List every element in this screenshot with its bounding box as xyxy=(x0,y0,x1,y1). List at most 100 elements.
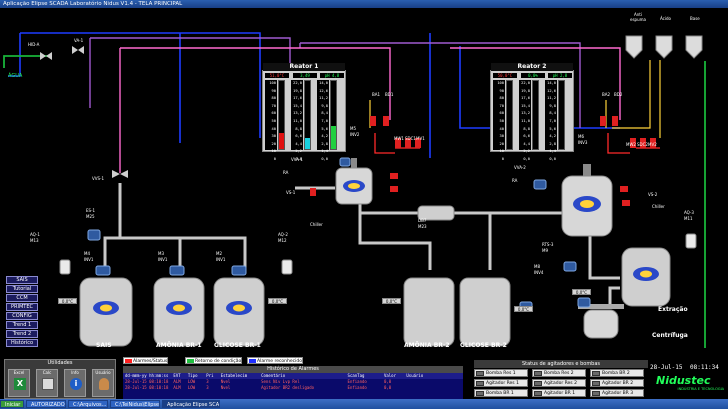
menu-sais[interactable]: SAIS xyxy=(6,276,38,284)
m25-tag: M25 xyxy=(86,214,95,219)
agitator-status: Agitador BR 3 xyxy=(590,389,644,397)
excel-button[interactable]: Excel X xyxy=(8,369,30,397)
r2-vs-tag: VS-2 xyxy=(648,192,658,197)
alarm-cell: Enfiando xyxy=(347,385,367,390)
status-led xyxy=(476,371,484,376)
acido-label: Ácido xyxy=(660,16,671,21)
legend-return: Retorno de condição xyxy=(185,357,243,364)
agitators-title: Status de agitadores e bombas xyxy=(474,360,648,368)
reactor2-bar-ph xyxy=(558,80,565,150)
agitator-label: Bomba Res 1 xyxy=(486,371,516,376)
glicose2-temp-display: 0,0°C xyxy=(514,306,533,312)
amonia1-motor-tag: M3 xyxy=(158,251,164,256)
user-button[interactable]: Usuário xyxy=(92,369,114,397)
tank-sais-label: SAIS xyxy=(96,342,112,349)
amonia2-temp-display: 0,0°C xyxy=(382,298,401,304)
reactor2-temp: 50,0°C xyxy=(493,73,517,78)
menu-primtec[interactable]: PRIMTEC xyxy=(6,303,38,311)
legend-swatch-blue xyxy=(249,359,256,363)
logo-text: Nidustec xyxy=(656,374,711,387)
menu-ccm[interactable]: CCM xyxy=(6,294,38,302)
start-button[interactable]: Iniciar xyxy=(0,400,24,408)
r2-mv-tag: MV2 xyxy=(648,142,657,147)
reactor1-temp: 51,0°C xyxy=(265,73,289,78)
utilities-panel: Utilidades Excel X Calc Info i Usuário xyxy=(4,359,116,399)
nidustec-logo: Nidustec INDÚSTRIA E TECNOLOGIA xyxy=(656,374,724,396)
agitator-status: Agitador BR 2 xyxy=(590,379,644,387)
tank-extracao xyxy=(621,247,671,307)
alarm-cell: 0,0 xyxy=(383,385,392,390)
menu-config[interactable]: CONFIG xyxy=(6,312,38,320)
reactor2-scale-3: 14,0 12,6 11,2 9,8 8,4 7,0 5,6 4,2 2,8 1,4 0,0 xyxy=(545,80,557,161)
user-label: Usuário xyxy=(95,370,111,375)
glicose2-motor-tag: M8 xyxy=(534,264,540,269)
status-led xyxy=(592,381,600,386)
water-label: ÁGUA xyxy=(8,73,23,79)
aq-sensors xyxy=(59,233,697,275)
excel-label: Excel xyxy=(13,370,25,375)
status-led xyxy=(592,371,600,376)
reactor1-level: 3,49 xyxy=(293,73,317,78)
agitator-label: Agitador Res 1 xyxy=(486,381,519,386)
alarm-cell: Agitador BR2 desligado xyxy=(261,385,315,390)
tank-glicose-br1-label: GLICOSE BR-1 xyxy=(214,342,261,349)
menu-trend1[interactable]: Trend 1 xyxy=(6,321,38,329)
info-button[interactable]: Info i xyxy=(64,369,86,397)
excel-icon: X xyxy=(14,378,26,390)
centrifuge-label: Centrífuga xyxy=(652,332,688,339)
r2-bd-tag: BD2 xyxy=(614,92,623,97)
alarm-history-title: Histórico de Alarmes xyxy=(123,366,463,373)
sais-motor-tag: M4 xyxy=(84,251,90,256)
status-time: 08:11:34 xyxy=(690,364,719,371)
scada-canvas: ÁGUA HID-A VA-1 VVS-1 Anti espuma Ácido … xyxy=(0,8,728,407)
reactor1-panel[interactable]: Reator 1 51,0°C 3,49 pH 4,8 100 90 80 70 60 5… xyxy=(262,63,346,161)
reactor2-bar-temp xyxy=(506,80,513,150)
calc-button[interactable]: Calc xyxy=(36,369,58,397)
legend-alarm-status-label: Alarmes/Status xyxy=(133,359,168,364)
reactor2-panel[interactable]: Reator 2 50,0°C 0,0% pH 2,8 100 90 80 70 60 5… xyxy=(490,63,574,161)
agitator-status: Agitador Res 2 xyxy=(532,379,586,387)
antiespuma-label: Anti espuma xyxy=(630,12,646,22)
process-diagram xyxy=(3,32,706,348)
agitator-status: Bomba BR 1 xyxy=(474,389,528,397)
menu-historico[interactable]: Histórico xyxy=(6,339,38,347)
reactor2-ph: pH 2,8 xyxy=(548,73,572,78)
taskbar-item-active[interactable]: Aplicação Elipse SCADA... xyxy=(162,400,220,408)
vvs1-tag: VVS-1 xyxy=(92,176,104,181)
alarm-cell: 3 xyxy=(206,385,209,390)
aq1-tag: AQ-1 xyxy=(30,232,40,237)
reactor2-scale-2: 22,0 19,8 17,6 15,4 13,2 11,0 8,8 6,6 4,4 2,2 0,0 xyxy=(519,80,531,161)
m13-tag: M13 xyxy=(30,238,39,243)
menu-tutorial[interactable]: Tutorial xyxy=(6,285,38,293)
taskbar-item[interactable]: C:\Arquivos... xyxy=(68,400,108,408)
taskbar-item[interactable]: AUTORIZADO... xyxy=(26,400,66,408)
legend-ack-label: Alarme reconhecido xyxy=(257,359,302,364)
legend-acknowledged: Alarme reconhecido xyxy=(247,357,303,364)
tank-extracao-label: Extração xyxy=(658,306,688,313)
r2-sdc-tag: SDC2 xyxy=(637,142,648,147)
aq2-tag: AQ-2 xyxy=(278,232,288,237)
m9-tag: M9 xyxy=(542,248,548,253)
rts-tag: RTS-3 xyxy=(542,242,554,247)
legend-return-label: Retorno de condição xyxy=(195,359,242,364)
taskbar: Iniciar AUTORIZADO... C:\Arquivos... C:\… xyxy=(0,399,728,409)
reactor1-bar-temp xyxy=(278,80,285,150)
reactor1-scale-3: 14,0 12,6 11,2 9,8 8,4 7,0 5,6 4,2 2,8 1,4 0,0 xyxy=(317,80,329,161)
reactor2-vessel xyxy=(561,164,613,237)
mixer-tag2: M23 xyxy=(418,224,427,229)
reactor1-title: Reator 1 xyxy=(263,63,345,71)
menu-trend2[interactable]: Trend 2 xyxy=(6,330,38,338)
taskbar-item[interactable]: C:\TeiNidus\Elipse Scada xyxy=(110,400,160,408)
glicose1-temp-display: 0,0°C xyxy=(268,298,287,304)
m12-tag: M12 xyxy=(278,238,287,243)
amonia1-inv-tag: INV1 xyxy=(158,257,168,262)
r1-ra-tag: RA xyxy=(283,170,289,175)
reactor1-bar-level xyxy=(304,80,311,150)
alarm-row[interactable]: 28-Jul-15 08:10:18 ALM LOW 3 Nvel Agitad… xyxy=(123,385,463,391)
agitator-label: Bomba BR 2 xyxy=(602,371,630,376)
calculator-icon xyxy=(42,378,54,390)
r1-ba-tag: BA1 xyxy=(372,92,381,97)
reactor1-scale-1: 100 90 80 70 60 50 40 30 20 10 0 xyxy=(265,80,277,161)
r2-inv-tag: INV3 xyxy=(578,140,588,145)
tank-amonia-br1-label: AMÔNIA BR-1 xyxy=(156,342,202,349)
